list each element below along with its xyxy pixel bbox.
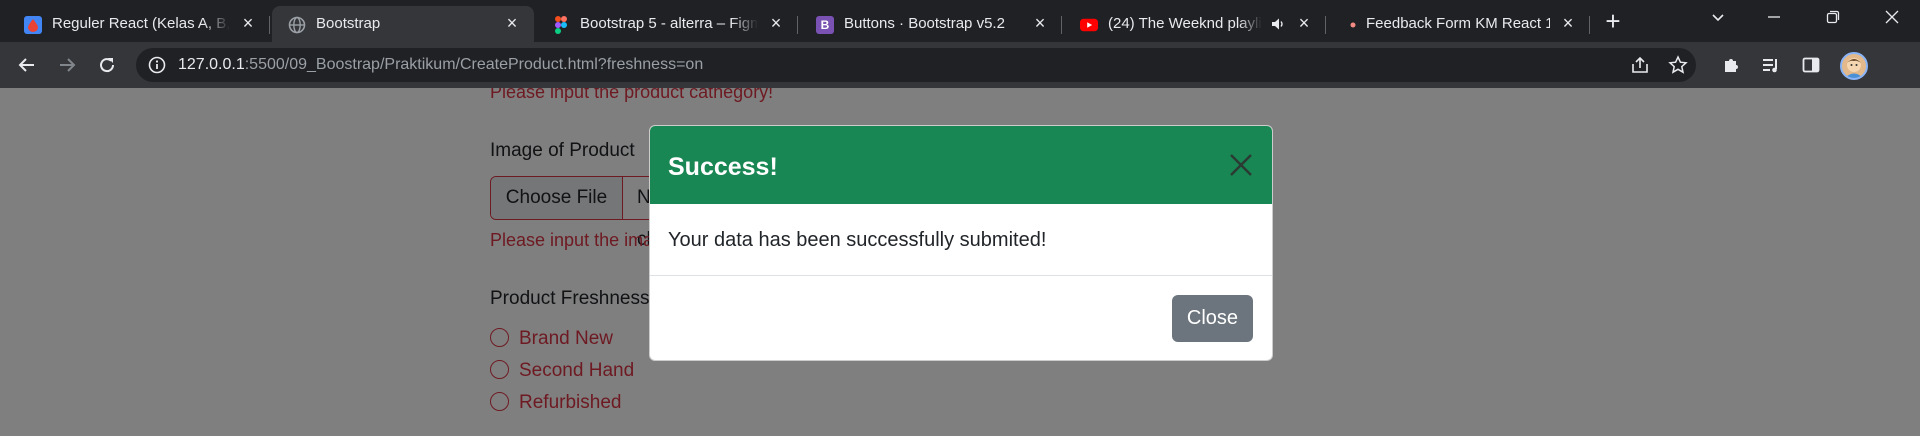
tab-title: Reguler React (Kelas A, B, dan C)	[52, 15, 230, 32]
close-tab-icon[interactable]: ×	[1032, 14, 1048, 32]
forward-button[interactable]	[52, 50, 82, 80]
avatar[interactable]	[1840, 52, 1868, 80]
reload-button[interactable]	[92, 50, 122, 80]
minimize-button[interactable]	[1754, 6, 1794, 34]
modal-footer-divider	[650, 275, 1272, 276]
url-text[interactable]: 127.0.0.1:5500/09_Boostrap/Praktikum/Cre…	[178, 56, 703, 74]
tab-title: Buttons · Bootstrap v5.2	[844, 15, 1005, 32]
extensions-icon[interactable]	[1716, 50, 1746, 80]
tab-youtube[interactable]: (24) The Weeknd playlist ×	[1064, 6, 1326, 42]
close-icon[interactable]	[1228, 152, 1254, 178]
tab-title: Bootstrap	[316, 15, 381, 32]
url-host: 127.0.0.1	[178, 56, 245, 73]
red-drop-icon	[24, 16, 42, 34]
share-icon[interactable]	[1630, 55, 1650, 75]
figma-icon	[552, 16, 570, 34]
close-tab-icon[interactable]: ×	[768, 14, 784, 32]
close-tab-icon[interactable]: ×	[1296, 14, 1312, 32]
tab-title: Feedback Form KM React 1	[1366, 15, 1550, 32]
speaker-icon[interactable]	[1270, 16, 1286, 32]
close-tab-icon[interactable]: ×	[504, 14, 520, 32]
tab-separator	[1061, 16, 1062, 34]
close-tab-icon[interactable]: ×	[240, 14, 256, 32]
tab-search-button[interactable]	[1698, 6, 1738, 34]
modal-title: Success!	[668, 153, 778, 181]
address-bar[interactable]: 127.0.0.1:5500/09_Boostrap/Praktikum/Cre…	[136, 48, 1696, 82]
bookmark-star-icon[interactable]	[1668, 55, 1688, 75]
tab-figma[interactable]: Bootstrap 5 - alterra – Figma ×	[536, 6, 798, 42]
back-button[interactable]	[12, 50, 42, 80]
site-info-icon[interactable]	[148, 56, 166, 74]
tab-separator	[797, 16, 798, 34]
url-path: :5500/09_Boostrap/Praktikum/CreateProduc…	[244, 56, 704, 73]
tab-bootstrap-active[interactable]: Bootstrap ×	[272, 6, 534, 42]
bootstrap-icon: B	[816, 16, 834, 34]
tab-title: (24) The Weeknd playlist	[1108, 15, 1262, 32]
modal-header: Success!	[650, 126, 1272, 204]
tab-separator	[1589, 16, 1590, 34]
close-window-button[interactable]	[1872, 6, 1912, 34]
youtube-icon	[1080, 16, 1098, 34]
tab-feedback-form[interactable]: Feedback Form KM React 1 ×	[1328, 6, 1590, 42]
browser-toolbar: 127.0.0.1:5500/09_Boostrap/Praktikum/Cre…	[0, 42, 1920, 88]
new-tab-button[interactable]: +	[1599, 8, 1627, 36]
tab-separator	[269, 16, 270, 34]
success-modal: Success! Your data has been successfully…	[649, 125, 1273, 361]
tab-reguler-react[interactable]: Reguler React (Kelas A, B, dan C) ×	[8, 6, 270, 42]
media-queue-icon[interactable]	[1756, 50, 1786, 80]
dot-icon	[1344, 16, 1362, 34]
modal-message: Your data has been successfully submited…	[668, 229, 1047, 251]
tab-title: Bootstrap 5 - alterra – Figma	[580, 15, 758, 32]
tab-separator	[1325, 16, 1326, 34]
side-panel-icon[interactable]	[1796, 50, 1826, 80]
restore-button[interactable]	[1813, 6, 1853, 34]
globe-icon	[288, 16, 306, 34]
close-button[interactable]: Close	[1172, 295, 1253, 342]
close-tab-icon[interactable]: ×	[1560, 14, 1576, 32]
tab-bootstrap-buttons[interactable]: B Buttons · Bootstrap v5.2 ×	[800, 6, 1062, 42]
tab-strip: Reguler React (Kelas A, B, dan C) × Boot…	[0, 0, 1920, 42]
